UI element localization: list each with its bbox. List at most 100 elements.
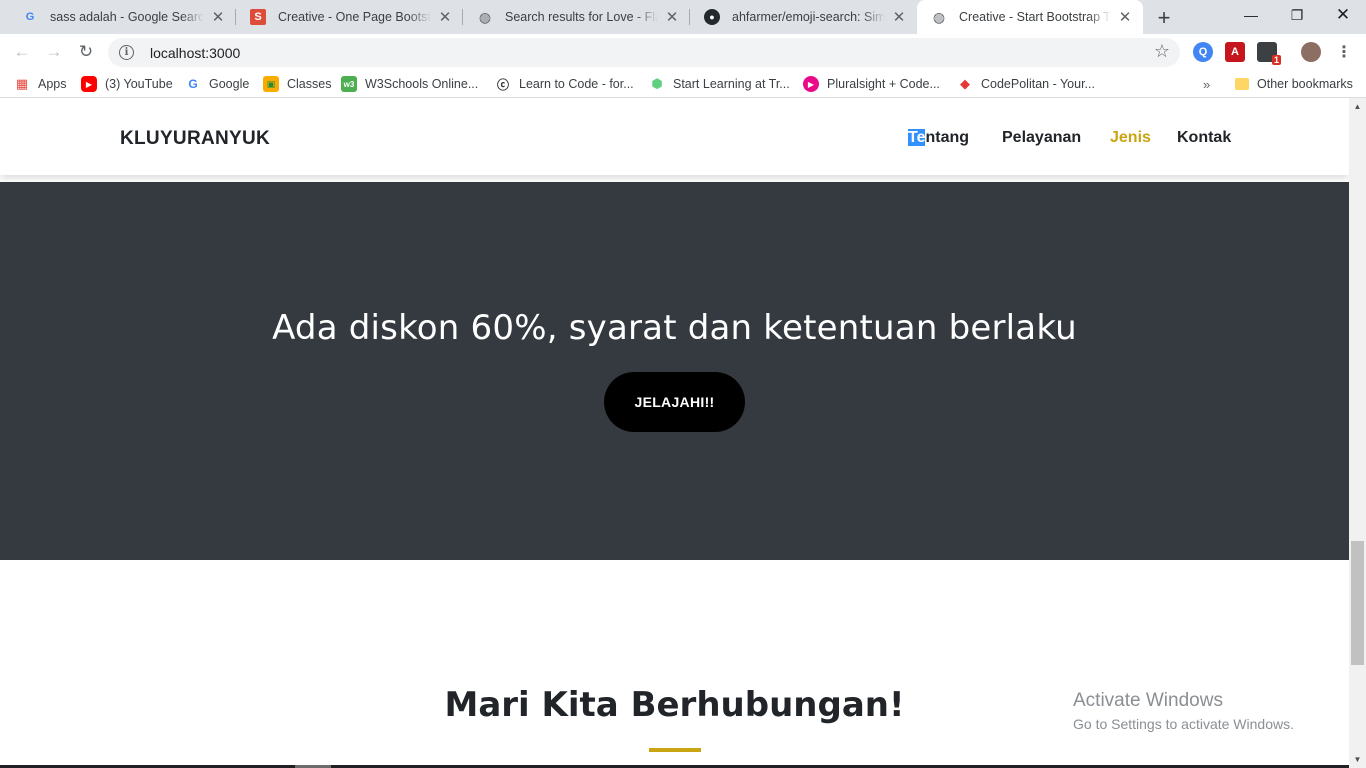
info-icon[interactable]: i [119,45,134,60]
new-tab-button[interactable]: + [1151,5,1177,31]
url-text: localhost:3000 [150,44,241,61]
extension-badge: 1 [1271,55,1281,65]
restore-icon: ❐ [1290,6,1304,23]
nav-link-kontak[interactable]: Kontak [1177,129,1231,147]
watermark-subtitle: Go to Settings to activate Windows. [1073,716,1294,732]
nav-link-jenis[interactable]: Jenis [1110,129,1151,147]
globe-icon: ◍ [932,8,946,25]
tab-strip: G sass adalah - Google Search ✕ S Creati… [0,0,1366,34]
nav-link-label: ntang [925,129,970,146]
bookmark-label: Learn to Code - for... [519,77,634,91]
minimize-icon: — [1244,7,1258,23]
bookmark-codepolitan[interactable]: ◆ CodePolitan - Your... [957,75,1095,93]
bookmark-apps[interactable]: ▦ Apps [14,75,67,93]
close-icon[interactable]: ✕ [664,8,680,26]
bookmark-label: Other bookmarks [1257,77,1353,91]
tab-title: Search results for Love - Flaticon [505,10,658,24]
bookmark-classes[interactable]: ▣ Classes [263,75,331,93]
tab-title: ahfarmer/emoji-search: Simple [732,10,885,24]
close-icon: ✕ [1335,5,1351,24]
more-vert-icon: ⋮ [1336,44,1352,61]
bookmark-label: CodePolitan - Your... [981,77,1095,91]
heading-divider [649,748,701,752]
extension-icon[interactable]: 1 [1257,42,1281,65]
selected-text: Te [908,129,926,146]
reload-icon: ↻ [78,42,94,61]
nav-link-tentang[interactable]: Tentang [908,129,969,147]
watermark-title: Activate Windows [1073,690,1223,711]
bookmarks-overflow-button[interactable]: » [1203,75,1210,93]
youtube-icon: ▶ [81,76,97,92]
close-icon[interactable]: ✕ [891,8,907,26]
minimize-button[interactable]: — [1228,0,1274,30]
bookmark-label: Apps [38,77,67,91]
tab-flaticon[interactable]: ◍ Search results for Love - Flaticon ✕ [463,0,690,34]
treehouse-icon: ⬢ [651,76,663,91]
bookmark-label: W3Schools Online... [365,77,479,91]
google-icon: G [188,77,198,91]
page-viewport: KLUYURANYUK Tentang Pelayanan Jenis Kont… [0,98,1349,768]
bookmark-treehouse[interactable]: ⬢ Start Learning at Tr... [649,75,790,93]
browser-toolbar: ← → ↻ i localhost:3000 ☆ Q A 1 ⋮ [0,34,1366,70]
address-bar[interactable]: i localhost:3000 ☆ [108,38,1180,67]
bookmark-label: Google [209,77,250,91]
scroll-down-icon[interactable]: ▼ [1353,755,1362,764]
bookmark-google[interactable]: G Google [185,75,249,93]
bookmark-label: Classes [287,77,332,91]
google-icon: G [25,11,35,23]
close-window-button[interactable]: ✕ [1320,0,1366,30]
restore-button[interactable]: ❐ [1274,0,1320,30]
acrobat-extension-icon[interactable]: A [1225,42,1245,62]
close-icon[interactable]: ✕ [437,8,453,26]
promo-section: Ada diskon 60%, syarat dan ketentuan ber… [0,182,1349,560]
forward-arrow-icon: → [45,42,63,61]
double-chevron-icon: » [1203,76,1211,92]
page-scrollbar[interactable]: ▲ ▼ [1349,98,1366,768]
tab-github[interactable]: ● ahfarmer/emoji-search: Simple ✕ [690,0,917,34]
menu-button[interactable]: ⋮ [1332,40,1356,64]
promo-heading: Ada diskon 60%, syarat dan ketentuan ber… [272,308,1077,348]
bookmark-label: Start Learning at Tr... [673,77,790,91]
apps-grid-icon: ▦ [15,76,29,91]
w3schools-icon: w3 [341,76,357,92]
codepolitan-icon: ◆ [960,76,970,91]
pluralsight-icon: ▶ [803,76,819,92]
tab-title: Creative - Start Bootstrap Theme [959,10,1111,24]
windows-activation-watermark: Activate Windows Go to Settings to activ… [1073,690,1294,732]
back-button[interactable]: ← [10,40,34,64]
explore-button[interactable]: JELAJAHI!! [604,372,745,432]
bookmark-w3schools[interactable]: w3 W3Schools Online... [341,75,478,93]
bookmark-freecodecamp[interactable]: ⓒ Learn to Code - for... [495,75,634,93]
forward-button[interactable]: → [42,40,66,64]
bookmark-other[interactable]: Other bookmarks [1235,75,1353,93]
freecodecamp-icon: ⓒ [496,77,509,92]
scroll-up-icon[interactable]: ▲ [1353,102,1362,111]
bookmarks-bar: ▦ Apps ▶ (3) YouTube G Google ▣ Classes … [0,70,1366,98]
close-icon[interactable]: ✕ [1117,8,1133,26]
bookmark-label: (3) YouTube [105,77,173,91]
bookmark-pluralsight[interactable]: ▶ Pluralsight + Code... [803,75,940,93]
scrollbar-thumb[interactable] [1351,541,1364,665]
bookmark-youtube[interactable]: ▶ (3) YouTube [81,75,173,93]
bookmark-star-icon[interactable]: ☆ [1154,41,1170,62]
reload-button[interactable]: ↻ [74,40,98,64]
site-brand[interactable]: KLUYURANYUK [120,128,270,150]
profile-avatar[interactable] [1301,42,1321,62]
folder-icon [1235,78,1249,90]
plus-icon: + [1157,5,1171,30]
globe-icon: ◍ [478,8,492,25]
nav-link-pelayanan[interactable]: Pelayanan [1002,129,1081,147]
bookmark-label: Pluralsight + Code... [827,77,940,91]
tab-title: sass adalah - Google Search [50,10,204,24]
tab-title: Creative - One Page Bootstrap [278,10,431,24]
startbootstrap-icon: S [250,9,266,25]
tab-creative-start-bootstrap[interactable]: ◍ Creative - Start Bootstrap Theme ✕ [917,0,1143,34]
search-extension-icon[interactable]: Q [1193,42,1213,62]
tab-creative-one-page[interactable]: S Creative - One Page Bootstrap ✕ [236,0,463,34]
site-navbar: KLUYURANYUK Tentang Pelayanan Jenis Kont… [0,98,1349,175]
tab-google-search[interactable]: G sass adalah - Google Search ✕ [8,0,236,34]
classes-icon: ▣ [263,76,279,92]
github-icon: ● [704,9,720,25]
close-icon[interactable]: ✕ [210,8,226,26]
back-arrow-icon: ← [13,42,31,61]
